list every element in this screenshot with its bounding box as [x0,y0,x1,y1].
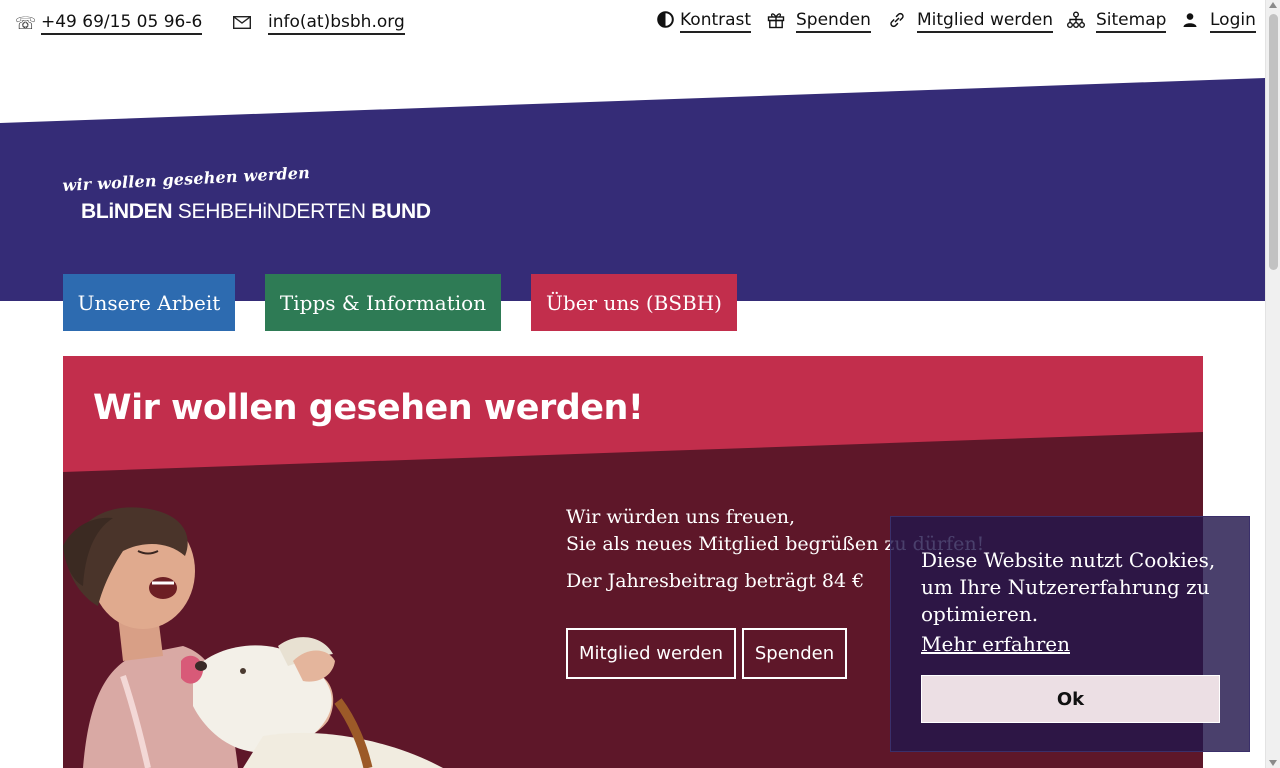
contrast-link[interactable]: Kontrast [657,10,752,33]
nav-ueber-uns[interactable]: Über uns (BSBH) [531,274,737,331]
cookie-message: Diese Website nutzt Cookies, um Ihre Nut… [921,548,1216,626]
site-logo[interactable]: wir wollen gesehen werden BLiNDEN SEHBEH… [62,163,443,226]
donate-link[interactable]: Spenden [767,10,871,33]
cookie-ok-button[interactable]: Ok [921,675,1220,723]
logo-word-sehbehinderten: SEHBEHiNDERTEN [177,200,366,223]
contrast-icon [657,11,674,32]
user-icon [1182,12,1198,32]
nav-unsere-arbeit[interactable]: Unsere Arbeit [63,274,235,331]
donate-label[interactable]: Spenden [796,10,871,33]
logo-word-bund: BUND [371,200,431,223]
link-icon [888,11,906,33]
become-member-label[interactable]: Mitglied werden [917,10,1054,33]
become-member-link[interactable]: Mitglied werden [888,10,1054,33]
login-label[interactable]: Login [1210,10,1256,33]
sitemap-label[interactable]: Sitemap [1096,10,1167,33]
phone-number[interactable]: +49 69/15 05 96-6 [41,12,203,35]
hero-donate-button[interactable]: Spenden [742,628,847,679]
scroll-down-arrow-icon[interactable] [1269,760,1277,766]
vertical-scrollbar[interactable] [1265,0,1280,768]
email-address[interactable]: info(at)bsbh.org [268,12,405,35]
gift-icon [767,11,785,33]
phone-contact[interactable]: ☏ +49 69/15 05 96-6 [15,12,203,35]
logo-wordmark: BLiNDEN SEHBEHiNDERTEN BUND [81,200,431,224]
cookie-learn-more-link[interactable]: Mehr erfahren [921,632,1070,656]
sitemap-link[interactable]: Sitemap [1067,10,1167,33]
hero-photo [63,507,443,768]
scrollbar-thumb[interactable] [1269,14,1278,270]
phone-icon: ☏ [15,13,37,34]
logo-word-blinden: BLiNDEN [81,200,173,223]
top-utility-bar: ☏ +49 69/15 05 96-6 info(at)bsbh.org Kon… [0,0,1265,50]
nav-tipps-information[interactable]: Tipps & Information [265,274,501,331]
envelope-icon [232,14,259,34]
email-contact[interactable]: info(at)bsbh.org [232,12,405,35]
scroll-up-arrow-icon[interactable] [1269,2,1277,8]
cookie-banner: Diese Website nutzt Cookies, um Ihre Nut… [890,516,1250,752]
hero-become-member-button[interactable]: Mitglied werden [566,628,736,679]
contrast-label[interactable]: Kontrast [680,10,752,33]
hero-fee: Der Jahresbeitrag beträgt 84 € [566,570,865,592]
login-link[interactable]: Login [1182,10,1256,33]
hero-title: Wir wollen gesehen werden! [93,388,644,428]
sitemap-icon [1067,11,1085,33]
